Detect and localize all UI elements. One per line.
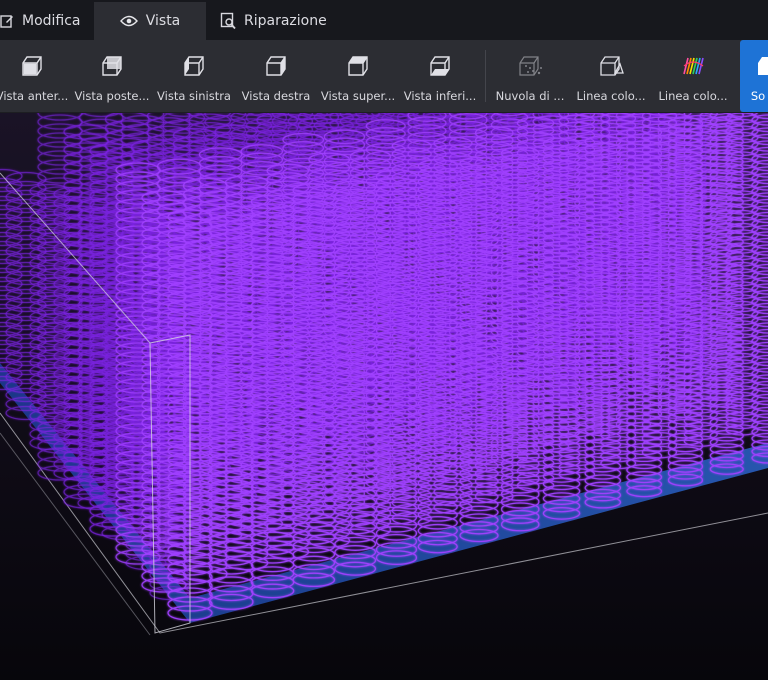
view-left-button[interactable]: Vista sinistra xyxy=(154,40,234,112)
view-toolbar: Vista anter... Vista poste... Vista sini… xyxy=(0,40,768,113)
view-right-button[interactable]: Vista destra xyxy=(236,40,316,112)
tab-vista[interactable]: Vista xyxy=(94,2,206,40)
toolbar-separator xyxy=(485,50,486,102)
point-cloud-button[interactable]: Nuvola di ... xyxy=(490,40,570,112)
tool-label: Vista sinistra xyxy=(157,89,231,103)
tool-label: Nuvola di ... xyxy=(495,89,565,103)
model-render xyxy=(0,113,768,680)
edit-icon xyxy=(0,14,14,28)
view-front-button[interactable]: Vista anter... xyxy=(0,40,72,112)
cube-bottom-icon xyxy=(427,53,453,79)
view-back-button[interactable]: Vista poste... xyxy=(72,40,152,112)
color-line-button[interactable]: Linea colo... xyxy=(571,40,651,112)
cube-right-icon xyxy=(263,53,289,79)
tool-label: Vista super... xyxy=(320,89,396,103)
tool-label: So xyxy=(750,89,766,103)
tool-label: Linea colo... xyxy=(576,89,646,103)
eye-icon xyxy=(119,15,138,27)
tool-label: Vista poste... xyxy=(74,89,150,103)
tool-label: Vista destra xyxy=(241,89,311,103)
tool-label: Vista inferi... xyxy=(403,89,477,103)
tab-riparazione[interactable]: Riparazione xyxy=(206,2,341,40)
tool-label: Linea colo... xyxy=(658,89,728,103)
tab-label: Riparazione xyxy=(244,13,327,29)
solid-view-button[interactable]: So xyxy=(740,40,768,112)
cube-top-icon xyxy=(345,53,371,79)
color-line-icon xyxy=(598,53,624,79)
tool-label: Vista anter... xyxy=(0,89,69,103)
view-bottom-button[interactable]: Vista inferi... xyxy=(400,40,480,112)
3d-viewport[interactable] xyxy=(0,113,768,680)
tab-modifica[interactable]: Modifica xyxy=(0,2,94,40)
cube-back-icon xyxy=(99,53,125,79)
view-top-button[interactable]: Vista super... xyxy=(318,40,398,112)
ribbon-tab-bar: Modifica Vista Riparazione xyxy=(0,0,768,40)
cube-front-icon xyxy=(19,53,45,79)
cube-solid-icon xyxy=(754,53,768,79)
point-cloud-icon xyxy=(517,53,543,79)
tab-label: Modifica xyxy=(22,13,81,29)
color-line-multicolor-icon xyxy=(680,53,706,79)
tab-label: Vista xyxy=(145,13,181,29)
cube-left-icon xyxy=(181,53,207,79)
color-line-multicolor-button[interactable]: Linea colo... xyxy=(653,40,733,112)
repair-icon xyxy=(220,12,236,30)
